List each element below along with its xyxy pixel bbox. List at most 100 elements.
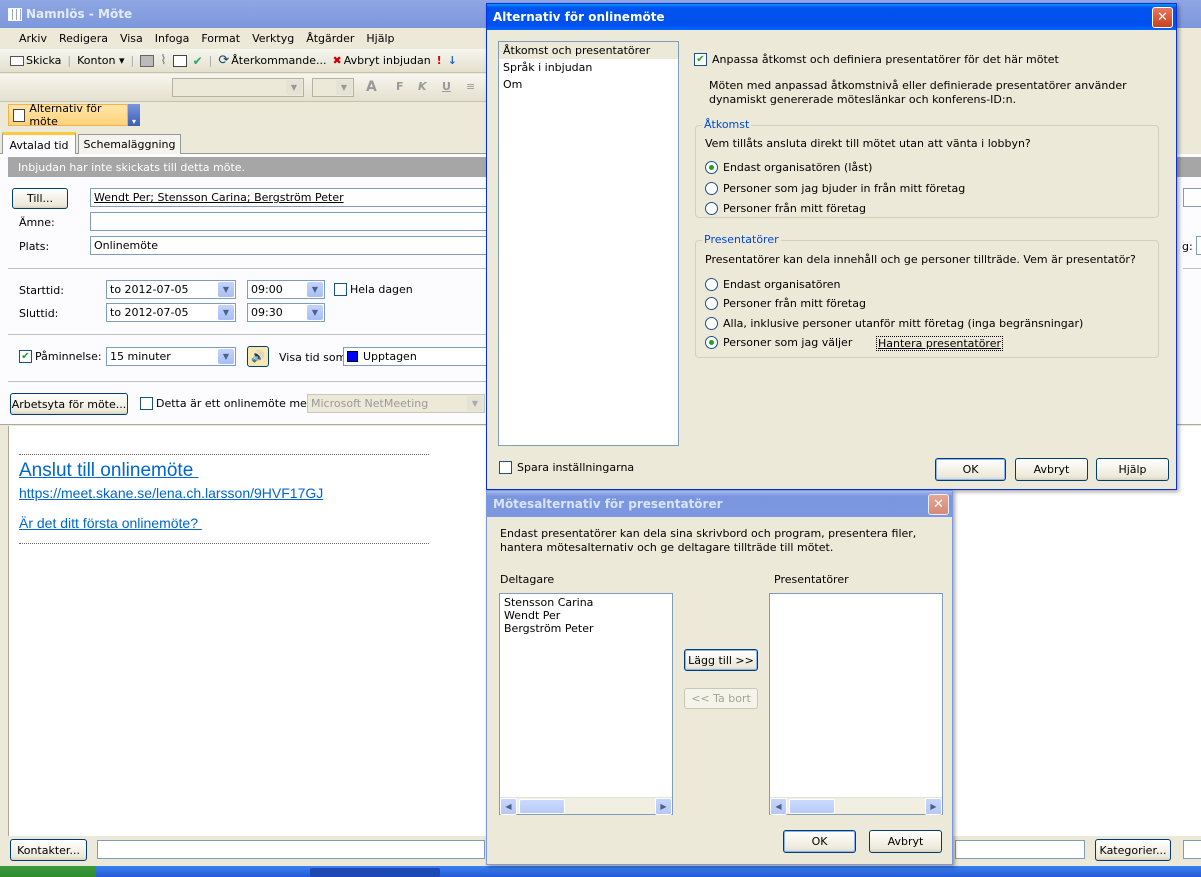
access-option-invited[interactable]: Personer som jag bjuder in från mitt för… <box>705 182 965 195</box>
close-icon[interactable]: ✕ <box>928 494 949 515</box>
join-meeting-link[interactable]: Anslut till onlinemöte <box>19 460 199 482</box>
attach-icon[interactable]: ⌇ <box>160 53 166 68</box>
chevron-down-icon[interactable]: ▼ <box>218 349 234 364</box>
radio[interactable] <box>705 182 718 195</box>
presenter-option-organizer[interactable]: Endast organisatören <box>705 278 841 291</box>
checkbox[interactable] <box>140 397 153 410</box>
cancel-button[interactable]: Avbryt <box>869 830 942 853</box>
to-button[interactable]: Till... <box>12 188 68 209</box>
horizontal-scrollbar[interactable]: ◀ ▶ <box>770 797 942 815</box>
font-size-combo[interactable]: ▼ <box>312 78 354 97</box>
categories-field[interactable] <box>1183 840 1201 859</box>
italic-icon[interactable]: K <box>418 80 427 93</box>
taskbar-item-active[interactable] <box>310 868 440 877</box>
address-book-icon[interactable] <box>172 54 187 67</box>
send-button[interactable]: Skicka <box>26 54 61 67</box>
access-option-organizer[interactable]: Endast organisatören (låst) <box>705 161 872 174</box>
start-date-combo[interactable]: to 2012-07-05 ▼ <box>106 280 236 299</box>
online-meeting-checkbox[interactable]: Detta är ett onlinemöte med: <box>140 397 318 410</box>
recurrence-button[interactable]: Återkommande... <box>231 54 326 67</box>
end-date-combo[interactable]: to 2012-07-05 ▼ <box>106 303 236 322</box>
help-button[interactable]: Hjälp <box>1096 458 1169 481</box>
nav-item-access[interactable]: Åtkomst och presentatörer <box>499 42 678 59</box>
categories-button[interactable]: Kategorier... <box>1095 839 1171 861</box>
nav-item-about[interactable]: Om <box>499 76 678 93</box>
presenter-option-company[interactable]: Personer från mitt företag <box>705 297 866 310</box>
workspace-button[interactable]: Arbetsyta för möte... <box>10 393 128 415</box>
menu-item-redigera[interactable]: Redigera <box>54 32 113 45</box>
tab-scheduling[interactable]: Schemaläggning <box>78 134 181 154</box>
radio[interactable] <box>705 278 718 291</box>
menu-item-verktyg[interactable]: Verktyg <box>247 32 299 45</box>
presenter-option-everyone[interactable]: Alla, inklusive personer utanför mitt fö… <box>705 317 1083 330</box>
access-option-company[interactable]: Personer från mitt företag <box>705 202 866 215</box>
checkbox-checked[interactable]: ✔ <box>19 350 32 363</box>
scroll-right-icon[interactable]: ▶ <box>655 798 672 815</box>
start-time-combo[interactable]: 09:00 ▼ <box>247 280 325 299</box>
menu-item-visa[interactable]: Visa <box>115 32 148 45</box>
underline-icon[interactable]: U <box>442 80 451 93</box>
print-icon[interactable] <box>140 54 155 67</box>
font-combo[interactable]: ▼ <box>172 78 304 97</box>
font-color-icon[interactable]: A <box>366 79 377 95</box>
add-presenter-button[interactable]: Lägg till >> <box>684 649 758 671</box>
menu-item-hjalp[interactable]: Hjälp <box>361 32 399 45</box>
accounts-button[interactable]: Konton ▾ <box>77 54 124 67</box>
customize-checkbox[interactable]: ✔ Anpassa åtkomst och definiera presentat… <box>694 53 1059 66</box>
radio[interactable] <box>705 317 718 330</box>
radio-selected[interactable] <box>705 161 718 174</box>
ok-button[interactable]: OK <box>935 458 1006 481</box>
presenters-list[interactable]: ◀ ▶ <box>769 593 943 815</box>
list-item[interactable]: Bergström Peter <box>500 622 672 635</box>
presenter-option-chosen[interactable]: Personer som jag väljer <box>705 336 852 349</box>
toolbar-options-chevron[interactable]: ▾ <box>128 104 140 126</box>
importance-low-icon[interactable]: ↓ <box>448 54 457 67</box>
scroll-left-icon[interactable]: ◀ <box>500 798 517 815</box>
cancel-invitation-button[interactable]: Avbryt inbjudan <box>344 54 431 67</box>
radio[interactable] <box>705 202 718 215</box>
close-icon[interactable]: ✕ <box>1152 7 1173 28</box>
horizontal-scrollbar[interactable]: ◀ ▶ <box>500 797 672 815</box>
chevron-down-icon[interactable]: ▼ <box>218 282 234 297</box>
tab-appointment[interactable]: Avtalad tid <box>2 132 76 155</box>
label-field-partial[interactable] <box>1196 236 1201 255</box>
bold-icon[interactable]: F <box>396 80 404 93</box>
checkbox[interactable] <box>499 461 512 474</box>
align-left-icon[interactable]: ≡ <box>466 80 475 93</box>
online-options-button[interactable]: Alternativ för möte <box>8 102 128 128</box>
importance-high-icon[interactable]: ! <box>437 54 442 67</box>
allday-checkbox[interactable]: Hela dagen <box>334 283 413 296</box>
end-time-combo[interactable]: 09:30 ▼ <box>247 303 325 322</box>
checkbox-checked[interactable]: ✔ <box>694 53 707 66</box>
list-item[interactable]: Wendt Per <box>500 609 672 622</box>
contacts-field-right[interactable] <box>955 840 1085 859</box>
start-button[interactable] <box>0 866 96 877</box>
location-field[interactable]: Onlinemöte <box>90 236 490 255</box>
cancel-button[interactable]: Avbryt <box>1015 458 1088 481</box>
menu-item-atgarder[interactable]: Åtgärder <box>301 32 359 45</box>
subject-field[interactable] <box>90 212 490 231</box>
meeting-url-link[interactable]: https://meet.skane.se/lena.ch.larsson/9H… <box>19 485 323 501</box>
list-item[interactable]: Stensson Carina <box>500 594 672 609</box>
to-field[interactable]: Wendt Per; Stensson Carina; Bergström Pe… <box>90 188 490 207</box>
showas-combo[interactable]: Upptagen <box>343 347 490 366</box>
radio-selected[interactable] <box>705 336 718 349</box>
scroll-thumb[interactable] <box>519 799 565 814</box>
contacts-field[interactable] <box>97 840 485 859</box>
participants-list[interactable]: Stensson Carina Wendt Per Bergström Pete… <box>499 593 673 815</box>
ok-button[interactable]: OK <box>783 830 856 853</box>
scroll-left-icon[interactable]: ◀ <box>770 798 787 815</box>
chevron-down-icon[interactable]: ▼ <box>218 305 234 320</box>
contacts-button[interactable]: Kontakter... <box>10 839 87 861</box>
reminder-combo[interactable]: 15 minuter ▼ <box>106 347 236 366</box>
menu-item-arkiv[interactable]: Arkiv <box>14 32 52 45</box>
scroll-thumb[interactable] <box>789 799 835 814</box>
manage-presenters-link[interactable]: Hantera presentatörer <box>876 336 1003 351</box>
radio[interactable] <box>705 297 718 310</box>
menu-item-format[interactable]: Format <box>196 32 245 45</box>
check-names-icon[interactable]: ✔ <box>193 54 203 68</box>
reminder-sound-icon[interactable]: 🔊 <box>247 346 269 367</box>
chevron-down-icon[interactable]: ▼ <box>307 305 323 320</box>
save-settings-checkbox[interactable]: Spara inställningarna <box>499 461 634 474</box>
first-meeting-link[interactable]: Är det ditt första onlinemöte? <box>19 515 202 531</box>
